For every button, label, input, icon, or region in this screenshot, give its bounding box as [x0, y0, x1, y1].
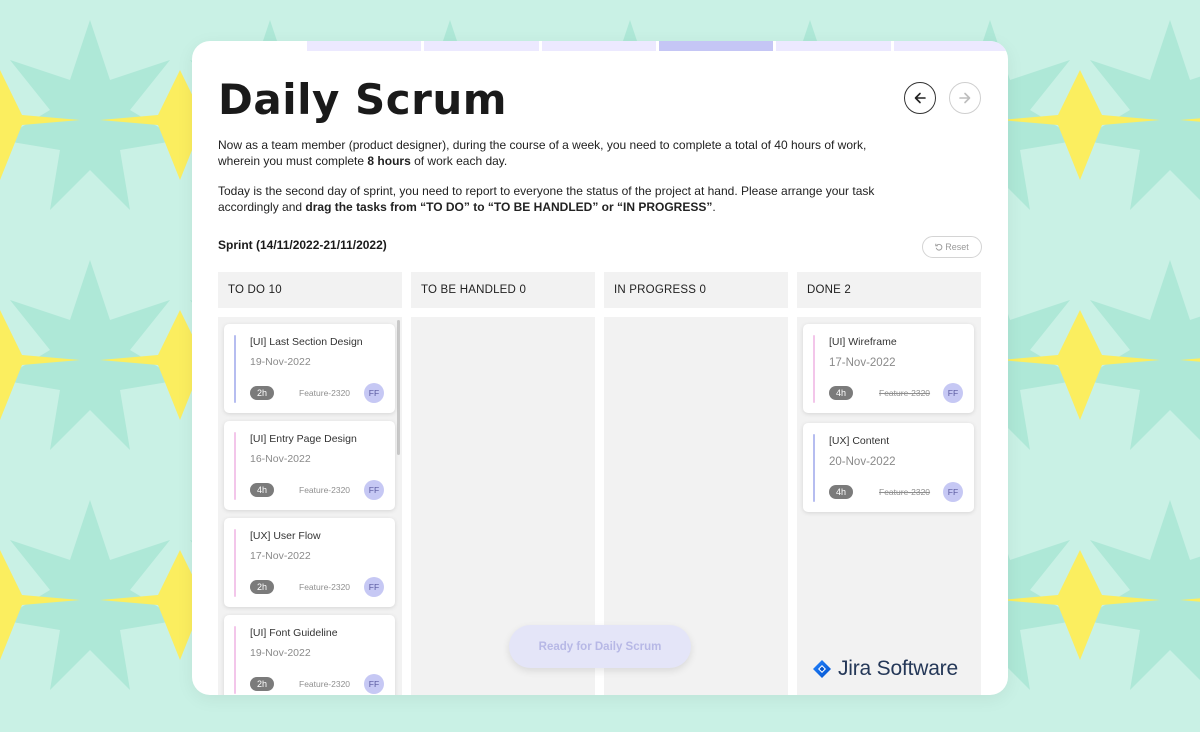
task-color-bar [234, 335, 236, 403]
intro-text: of work each day. [410, 154, 508, 168]
reset-label: Reset [945, 242, 969, 252]
task-color-bar [234, 626, 236, 694]
task-date: 16-Nov-2022 [250, 453, 311, 465]
progress-tabs [307, 41, 1008, 51]
next-button[interactable] [949, 82, 981, 114]
column-header-done: DONE 2 [797, 272, 981, 308]
progress-tab-active [658, 41, 774, 51]
task-title: [UI] Last Section Design [250, 336, 363, 348]
task-date: 19-Nov-2022 [250, 356, 311, 368]
task-feature: Feature-2320 [879, 487, 931, 497]
arrow-left-icon [914, 92, 926, 104]
task-hours-badge: 4h [829, 485, 853, 499]
column-header-todo: TO DO 10 [218, 272, 402, 308]
task-color-bar [234, 529, 236, 597]
reset-button[interactable]: Reset [922, 236, 982, 258]
task-color-bar [813, 335, 815, 403]
task-title: [UI] Font Guideline [250, 627, 338, 639]
scrollbar[interactable] [397, 320, 400, 455]
intro-bold: 8 hours [367, 154, 411, 168]
task-hours-badge: 2h [250, 386, 274, 400]
page-title: Daily Scrum [218, 75, 508, 124]
task-title: [UX] User Flow [250, 530, 321, 542]
task-color-bar [813, 434, 815, 502]
task-card[interactable]: [UI] Entry Page Design 16-Nov-2022 4h Fe… [224, 421, 395, 510]
task-hours-badge: 4h [829, 386, 853, 400]
task-feature: Feature-2320 [879, 388, 931, 398]
task-feature: Feature-2320 [299, 679, 351, 689]
brand-name: Jira Software [838, 657, 958, 680]
jira-logo-icon [813, 660, 831, 678]
task-hours-badge: 2h [250, 677, 274, 691]
avatar: FF [943, 482, 963, 502]
progress-tab [424, 41, 539, 51]
task-title: [UI] Entry Page Design [250, 433, 357, 445]
task-card[interactable]: [UX] Content 20-Nov-2022 4h Feature-2320… [803, 423, 974, 512]
task-feature: Feature-2320 [299, 485, 351, 495]
intro-bold: drag the tasks from “TO DO” to “TO BE HA… [305, 200, 713, 214]
progress-tab [541, 41, 656, 51]
progress-tab [893, 41, 1008, 51]
ready-for-daily-scrum-button[interactable]: Ready for Daily Scrum [509, 625, 691, 668]
task-hours-badge: 2h [250, 580, 274, 594]
column-header-in-progress: IN PROGRESS 0 [604, 272, 788, 308]
task-title: [UX] Content [829, 435, 890, 447]
progress-tab [307, 41, 422, 51]
task-date: 17-Nov-2022 [250, 550, 311, 562]
task-feature: Feature-2320 [299, 582, 351, 592]
main-card: Daily Scrum Now as a team member (produc… [192, 41, 1008, 695]
intro-text: . [712, 200, 716, 214]
avatar: FF [364, 480, 384, 500]
task-date: 17-Nov-2022 [829, 357, 896, 369]
task-date: 19-Nov-2022 [250, 647, 311, 659]
task-color-bar [234, 432, 236, 500]
avatar: FF [364, 674, 384, 694]
task-title: [UI] Wireframe [829, 336, 897, 348]
column-header-to-be-handled: TO BE HANDLED 0 [411, 272, 595, 308]
sprint-label: Sprint (14/11/2022-21/11/2022) [218, 238, 387, 252]
avatar: FF [364, 577, 384, 597]
arrow-right-icon [959, 92, 971, 104]
reset-icon [935, 243, 943, 251]
intro-paragraph-1: Now as a team member (product designer),… [218, 137, 878, 169]
avatar: FF [943, 383, 963, 403]
task-hours-badge: 4h [250, 483, 274, 497]
column-done[interactable]: [UI] Wireframe 17-Nov-2022 4h Feature-23… [797, 317, 981, 695]
avatar: FF [364, 383, 384, 403]
progress-tab [776, 41, 891, 51]
task-card[interactable]: [UI] Font Guideline 19-Nov-2022 2h Featu… [224, 615, 395, 695]
intro-paragraph-2: Today is the second day of sprint, you n… [218, 183, 878, 215]
task-card[interactable]: [UI] Wireframe 17-Nov-2022 4h Feature-23… [803, 324, 974, 413]
task-date: 20-Nov-2022 [829, 456, 896, 468]
prev-button[interactable] [904, 82, 936, 114]
column-todo[interactable]: [UI] Last Section Design 19-Nov-2022 2h … [218, 317, 402, 695]
task-card[interactable]: [UX] User Flow 17-Nov-2022 2h Feature-23… [224, 518, 395, 607]
task-feature: Feature-2320 [299, 388, 351, 398]
brand-logo: Jira Software [812, 657, 958, 681]
task-card[interactable]: [UI] Last Section Design 19-Nov-2022 2h … [224, 324, 395, 413]
intro-text: Now as a team member (product designer),… [218, 138, 867, 168]
